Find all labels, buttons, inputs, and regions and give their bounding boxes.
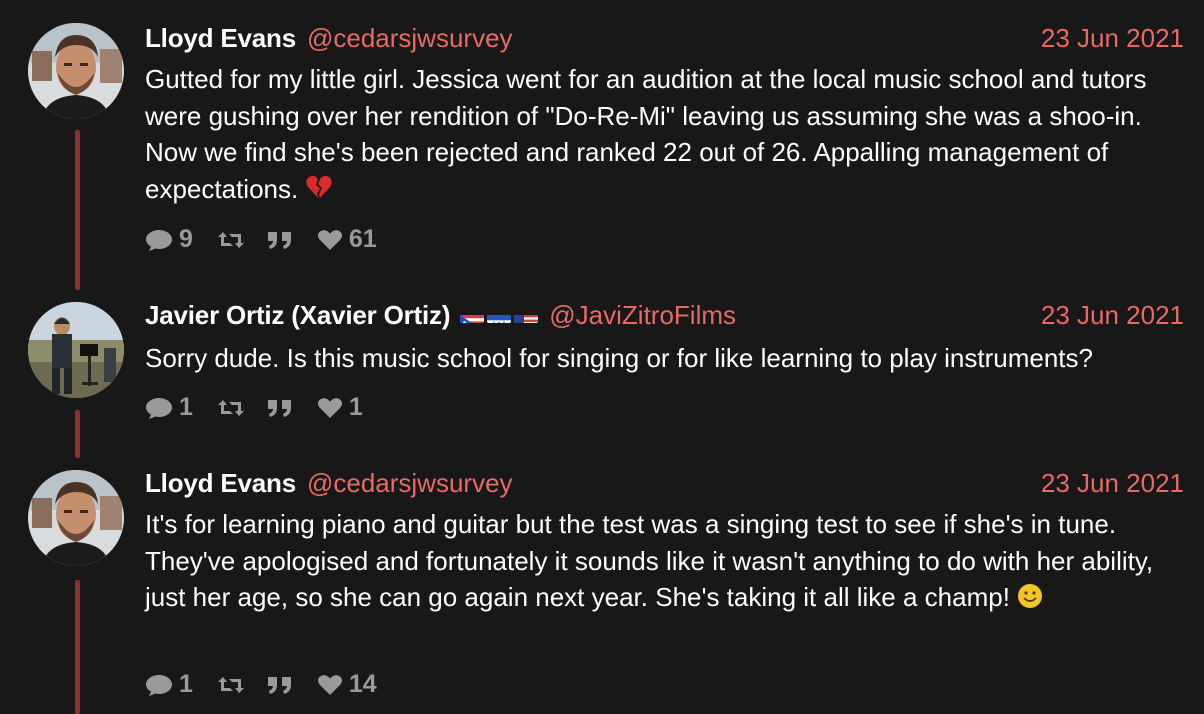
reply-button[interactable]: 1 bbox=[145, 393, 193, 422]
tweet-header: Lloyd Evans @cedarsjwsurvey 23 Jun 2021 bbox=[145, 21, 1184, 55]
quote-button[interactable] bbox=[267, 398, 293, 418]
tweet-body: Sorry dude. Is this music school for sin… bbox=[145, 343, 1093, 373]
puerto-rico-flag-icon bbox=[460, 307, 485, 323]
reply-count: 9 bbox=[179, 225, 193, 253]
broken-heart-icon bbox=[305, 174, 333, 211]
heart-icon bbox=[317, 674, 343, 696]
like-button[interactable]: 1 bbox=[317, 393, 363, 422]
flag-emojis bbox=[460, 307, 539, 323]
like-button[interactable]: 14 bbox=[317, 670, 377, 699]
heart-icon bbox=[317, 229, 343, 251]
reply-count: 1 bbox=[179, 393, 193, 421]
tweet-actions: 1 1 bbox=[145, 393, 363, 422]
like-button[interactable]: 61 bbox=[317, 225, 377, 254]
like-count: 14 bbox=[348, 670, 377, 698]
author-name[interactable]: Lloyd Evans bbox=[145, 23, 296, 54]
quote-button[interactable] bbox=[267, 230, 293, 250]
tweet: Lloyd Evans @cedarsjwsurvey 23 Jun 2021 … bbox=[0, 21, 1204, 271]
avatar[interactable] bbox=[28, 470, 124, 566]
reply-button[interactable]: 1 bbox=[145, 670, 193, 699]
author-name[interactable]: Lloyd Evans bbox=[145, 468, 296, 499]
retweet-button[interactable] bbox=[217, 398, 245, 418]
quote-icon bbox=[267, 675, 293, 695]
retweet-icon bbox=[217, 230, 245, 250]
reply-count: 1 bbox=[179, 670, 193, 698]
retweet-button[interactable] bbox=[217, 230, 245, 250]
author-handle[interactable]: @cedarsjwsurvey bbox=[307, 23, 513, 54]
quote-icon bbox=[267, 398, 293, 418]
comment-icon bbox=[145, 673, 173, 697]
tweet-body: Gutted for my little girl. Jessica went … bbox=[145, 64, 1147, 204]
tweet-date[interactable]: 23 Jun 2021 bbox=[1041, 468, 1184, 499]
quote-button[interactable] bbox=[267, 675, 293, 695]
tweet-date[interactable]: 23 Jun 2021 bbox=[1041, 23, 1184, 54]
retweet-icon bbox=[217, 675, 245, 695]
tweet-text: Gutted for my little girl. Jessica went … bbox=[145, 61, 1174, 210]
tweet: Lloyd Evans @cedarsjwsurvey 23 Jun 2021 … bbox=[0, 466, 1204, 714]
tweet: Javier Ortiz (Xavier Ortiz) @JaviZitroFi… bbox=[0, 298, 1204, 438]
like-count: 61 bbox=[348, 225, 377, 253]
quote-icon bbox=[267, 230, 293, 250]
reply-button[interactable]: 9 bbox=[145, 225, 193, 254]
retweet-icon bbox=[217, 398, 245, 418]
tweet-header: Javier Ortiz (Xavier Ortiz) @JaviZitroFi… bbox=[145, 298, 1184, 332]
tweet-text: Sorry dude. Is this music school for sin… bbox=[145, 340, 1174, 377]
tweet-actions: 9 61 bbox=[145, 225, 377, 254]
tweet-actions: 1 14 bbox=[145, 670, 377, 699]
avatar[interactable] bbox=[28, 23, 124, 119]
author-handle[interactable]: @JaviZitroFilms bbox=[549, 300, 736, 331]
avatar[interactable] bbox=[28, 302, 124, 398]
author-name[interactable]: Javier Ortiz (Xavier Ortiz) bbox=[145, 300, 450, 331]
usa-flag-icon bbox=[514, 307, 539, 323]
tweet-header: Lloyd Evans @cedarsjwsurvey 23 Jun 2021 bbox=[145, 466, 1184, 500]
tweet-date[interactable]: 23 Jun 2021 bbox=[1041, 300, 1184, 331]
tweet-text: It's for learning piano and guitar but t… bbox=[145, 506, 1174, 619]
like-count: 1 bbox=[348, 393, 363, 421]
honduras-flag-icon bbox=[487, 307, 512, 323]
retweet-button[interactable] bbox=[217, 675, 245, 695]
tweet-body: It's for learning piano and guitar but t… bbox=[145, 509, 1154, 612]
comment-icon bbox=[145, 396, 173, 420]
heart-icon bbox=[317, 397, 343, 419]
slightly-smiling-face-icon bbox=[1017, 582, 1043, 619]
author-handle[interactable]: @cedarsjwsurvey bbox=[307, 468, 513, 499]
comment-icon bbox=[145, 228, 173, 252]
